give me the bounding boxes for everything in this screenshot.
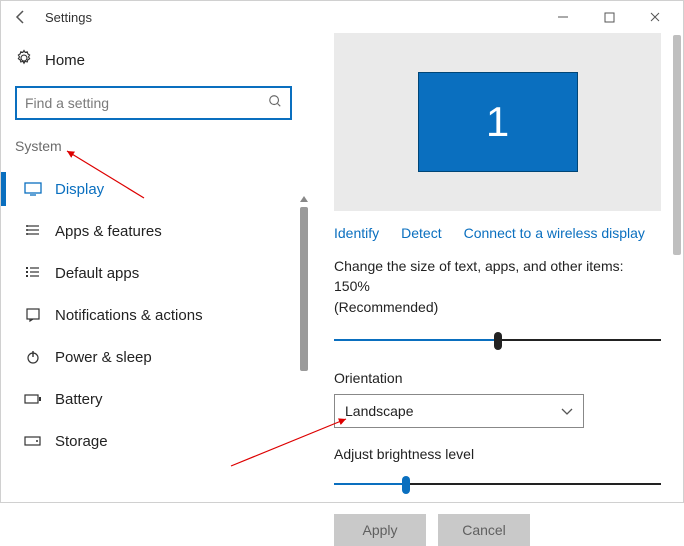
sidebar-item-storage[interactable]: Storage xyxy=(15,420,292,462)
gear-icon xyxy=(15,49,33,72)
orientation-value: Landscape xyxy=(345,403,414,419)
sidebar-item-label: Battery xyxy=(55,391,103,408)
apps-icon xyxy=(21,223,45,239)
arrow-left-icon xyxy=(13,9,29,25)
connect-wireless-link[interactable]: Connect to a wireless display xyxy=(464,225,645,241)
scale-slider-handle[interactable] xyxy=(494,332,502,350)
chevron-down-icon xyxy=(561,403,573,419)
sidebar-item-apps[interactable]: Apps & features xyxy=(15,210,292,252)
scale-slider[interactable] xyxy=(334,330,661,350)
monitor-number: 1 xyxy=(486,98,509,146)
power-icon xyxy=(21,349,45,365)
back-button[interactable] xyxy=(9,5,33,29)
storage-icon xyxy=(21,435,45,447)
maximize-icon xyxy=(604,12,615,23)
close-button[interactable] xyxy=(635,3,675,31)
brightness-slider-handle[interactable] xyxy=(402,476,410,494)
detect-link[interactable]: Detect xyxy=(401,225,441,241)
window-title: Settings xyxy=(45,10,92,25)
section-label: System xyxy=(15,138,292,154)
orientation-dropdown[interactable]: Landscape xyxy=(334,394,584,428)
search-box[interactable] xyxy=(15,86,292,120)
sidebar-item-label: Notifications & actions xyxy=(55,307,203,324)
brightness-slider[interactable] xyxy=(334,474,661,494)
search-input[interactable] xyxy=(25,95,268,111)
main-scrollbar-thumb[interactable] xyxy=(673,35,681,255)
apply-button[interactable]: Apply xyxy=(334,514,426,546)
orientation-label: Orientation xyxy=(334,370,661,386)
scale-label-line1: Change the size of text, apps, and other… xyxy=(334,257,661,296)
search-icon xyxy=(268,94,282,113)
sidebar-item-power[interactable]: Power & sleep xyxy=(15,336,292,378)
monitor-preview-area: 1 xyxy=(334,33,661,211)
minimize-button[interactable] xyxy=(543,3,583,31)
notifications-icon xyxy=(21,307,45,323)
sidebar-item-label: Apps & features xyxy=(55,223,162,240)
sidebar-item-display[interactable]: Display xyxy=(15,168,292,210)
sidebar-item-notifications[interactable]: Notifications & actions xyxy=(15,294,292,336)
defaults-icon xyxy=(21,265,45,281)
battery-icon xyxy=(21,393,45,405)
home-label: Home xyxy=(45,52,85,69)
monitor-1[interactable]: 1 xyxy=(418,72,578,172)
sidebar-item-label: Storage xyxy=(55,433,108,450)
sidebar-item-default-apps[interactable]: Default apps xyxy=(15,252,292,294)
maximize-button[interactable] xyxy=(589,3,629,31)
home-row[interactable]: Home xyxy=(15,49,292,72)
sidebar-item-label: Power & sleep xyxy=(55,349,152,366)
cancel-button[interactable]: Cancel xyxy=(438,514,530,546)
identify-link[interactable]: Identify xyxy=(334,225,379,241)
close-icon xyxy=(649,11,661,23)
brightness-label: Adjust brightness level xyxy=(334,446,661,462)
display-icon xyxy=(21,182,45,196)
sidebar-item-battery[interactable]: Battery xyxy=(15,378,292,420)
scale-label-line2: (Recommended) xyxy=(334,298,661,318)
minimize-icon xyxy=(557,11,569,23)
sidebar-item-label: Default apps xyxy=(55,265,139,282)
sidebar-item-label: Display xyxy=(55,181,104,198)
